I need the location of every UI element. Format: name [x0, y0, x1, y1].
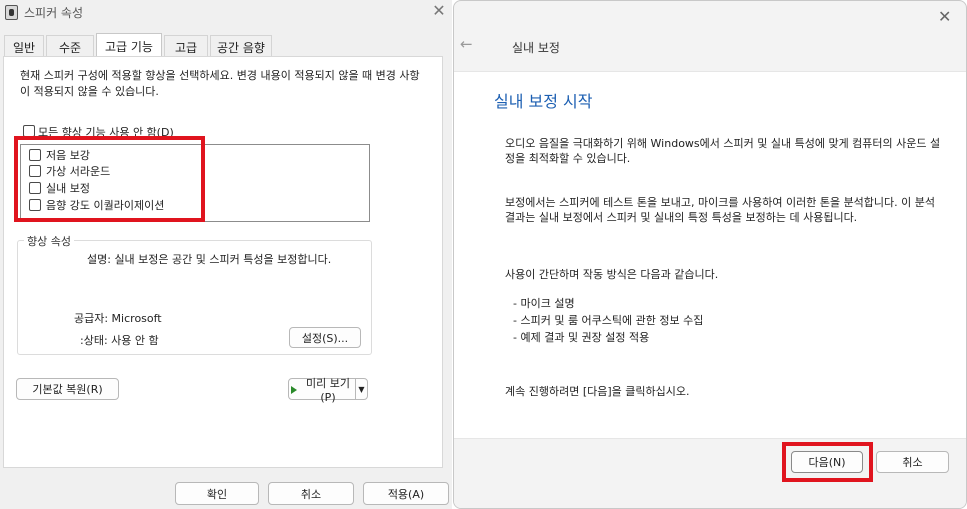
preview-label: 미리 보기(P): [306, 376, 350, 404]
tab-levels[interactable]: 수준: [46, 35, 94, 57]
close-icon[interactable]: ✕: [938, 7, 951, 26]
settings-button[interactable]: 설정(S)...: [289, 327, 361, 348]
how-it-works-paragraph: 사용이 간단하며 작동 방식은 다음과 같습니다.: [505, 268, 719, 281]
speaker-properties-dialog: 스피커 속성 ✕ 일반 수준 고급 기능 고급 공간 음향 현재 스피커 구성에…: [0, 0, 452, 509]
window-title: 스피커 속성: [24, 6, 84, 20]
cancel-button[interactable]: 취소: [876, 451, 949, 473]
ok-button[interactable]: 확인: [175, 482, 259, 505]
close-icon[interactable]: ✕: [428, 1, 450, 23]
highlight-box: [782, 442, 873, 482]
apply-button[interactable]: 적용(A): [363, 482, 449, 505]
restore-defaults-button[interactable]: 기본값 복원(R): [16, 378, 119, 400]
back-arrow-icon[interactable]: ←: [460, 35, 473, 53]
calibration-paragraph: 보정에서는 스피커에 테스트 톤을 보내고, 마이크를 사용하여 이러한 톤을 …: [505, 196, 936, 224]
group-title: 향상 속성: [24, 233, 74, 249]
wizard-title: 실내 보정 시작: [494, 92, 593, 111]
highlight-box: [14, 136, 205, 222]
tab-strip: 일반 수준 고급 기능 고급 공간 음향: [0, 33, 452, 57]
preview-button[interactable]: 미리 보기(P) ▼: [288, 377, 368, 404]
chevron-down-icon[interactable]: ▼: [355, 379, 367, 399]
list-item: - 스피커 및 룸 어쿠스틱에 관한 정보 수집: [513, 314, 704, 327]
wizard-header: 실내 보정: [512, 41, 560, 55]
intro-paragraph: 오디오 음질을 극대화하기 위해 Windows에서 스피커 및 실내 특성에 …: [505, 137, 941, 165]
tab-spatial-sound[interactable]: 공간 음향: [210, 35, 272, 57]
enhancements-description: 현재 스피커 구성에 적용할 향상을 선택하세요. 변경 내용이 적용되지 않을…: [20, 69, 420, 98]
list-item: - 마이크 설명: [513, 297, 575, 310]
list-item: - 예제 결과 및 권장 설정 적용: [513, 331, 650, 344]
tab-advanced[interactable]: 고급: [164, 35, 208, 57]
property-status: :상태: 사용 안 함: [80, 334, 159, 347]
title-bar: 스피커 속성 ✕: [0, 0, 452, 27]
wizard-footer: [454, 439, 966, 508]
room-correction-wizard: ✕ ← 실내 보정 실내 보정 시작 오디오 음질을 극대화하기 위해 Wind…: [453, 0, 967, 509]
tab-general[interactable]: 일반: [4, 35, 44, 57]
property-provider: 공급자: Microsoft: [74, 312, 162, 325]
property-description: 설명: 실내 보정은 공간 및 스피커 특성을 보정합니다.: [87, 253, 332, 266]
play-icon: [291, 386, 297, 394]
tab-enhancements[interactable]: 고급 기능: [96, 33, 162, 57]
speaker-icon: [5, 5, 18, 20]
continue-paragraph: 계속 진행하려면 [다음]을 클릭하십시오.: [505, 385, 690, 398]
cancel-button[interactable]: 취소: [268, 482, 354, 505]
